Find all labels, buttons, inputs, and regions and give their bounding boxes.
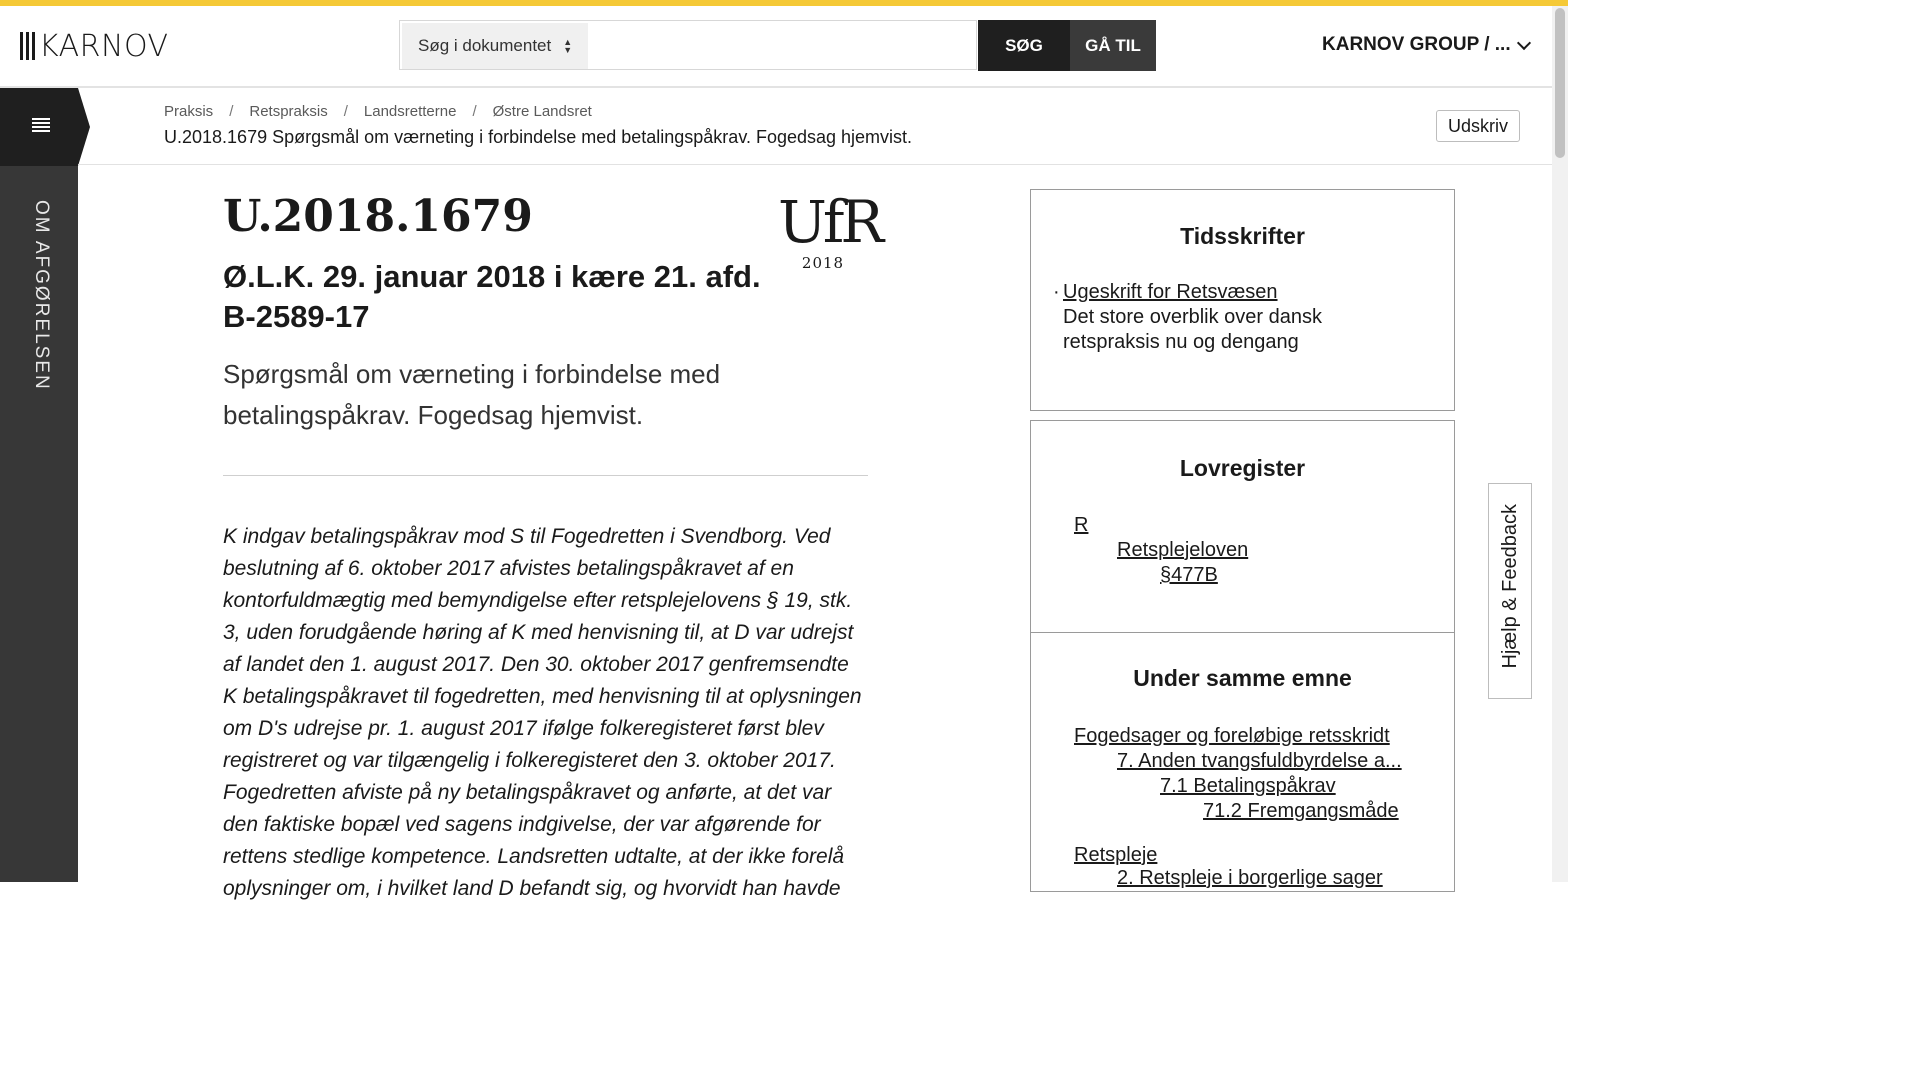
topic-link[interactable]: 71.2 Fremgangsmåde: [1203, 799, 1399, 824]
panel-title: Under samme emne: [1133, 665, 1352, 691]
panel-tidsskrifter: Tidsskrifter · Ugeskrift for Retsvæsen D…: [1030, 189, 1455, 411]
case-abstract: K indgav betalingspåkrav mod S til Foged…: [223, 525, 862, 900]
breadcrumb-separator: /: [343, 103, 348, 120]
case-number: U.2018.1679: [223, 191, 533, 242]
goto-button[interactable]: GÅ TIL: [1070, 20, 1156, 71]
ufr-logo: UfR 2018: [778, 186, 884, 272]
sidebar-tab-om-afgorelsen[interactable]: OM AFGØRELSEN: [30, 200, 52, 391]
panel-under-samme-emne: Under samme emne Fogedsager og foreløbig…: [1030, 632, 1455, 892]
topic-link[interactable]: 7.1 Betalingspåkrav: [1160, 774, 1336, 799]
topic-link[interactable]: Retspleje: [1074, 843, 1157, 868]
panel-lovregister: Lovregister R Retsplejeloven §477B: [1030, 420, 1455, 633]
bullet-icon: ·: [1053, 281, 1060, 303]
logo-bars-icon: [20, 32, 35, 60]
menu-list-icon[interactable]: [32, 118, 50, 132]
help-feedback-tab[interactable]: Hjælp & Feedback: [1488, 483, 1532, 699]
journal-link[interactable]: Ugeskrift for Retsvæsen: [1063, 280, 1423, 305]
law-section-link[interactable]: §477B: [1160, 563, 1218, 588]
print-button[interactable]: Udskriv: [1436, 110, 1520, 142]
breadcrumb-item-landsretterne[interactable]: Landsretterne: [364, 103, 457, 120]
case-summary: Spørgsmål om værneting i forbindelse med…: [223, 359, 721, 430]
help-feedback-label: Hjælp & Feedback: [1499, 504, 1521, 669]
breadcrumb: Praksis / Retspraksis / Landsretterne / …: [164, 103, 592, 120]
breadcrumb-separator: /: [472, 103, 477, 120]
law-index-letter[interactable]: R: [1074, 513, 1088, 538]
search-scope-select[interactable]: Søg i dokumentet ▲ ▼: [402, 23, 588, 69]
divider: [223, 475, 868, 476]
top-header: KARNOV Søg i dokumentet ▲ ▼ SØG GÅ TIL KA…: [0, 6, 1552, 88]
search-input[interactable]: Søg i dokumentet ▲ ▼: [399, 20, 977, 70]
court-line: Ø.L.K. 29. januar 2018 i kære 21. afd.: [223, 259, 761, 294]
breadcrumb-item-retspraksis[interactable]: Retspraksis: [249, 103, 327, 120]
topic-link[interactable]: 2. Retspleje i borgerlige sager: [1117, 866, 1383, 891]
topic-link[interactable]: Fogedsager og foreløbige retsskridt: [1074, 724, 1390, 749]
topic-link[interactable]: 7. Anden tvangsfuldbyrdelse a...: [1117, 749, 1402, 774]
panel-title: Lovregister: [1179, 455, 1306, 481]
ufr-mark: UfR: [778, 188, 884, 256]
breadcrumb-item-praksis[interactable]: Praksis: [164, 103, 213, 120]
account-menu[interactable]: KARNOV GROUP / ...: [1322, 34, 1531, 56]
logo-text: KARNOV: [39, 28, 169, 64]
sort-arrows-icon: ▲ ▼: [563, 37, 573, 55]
breadcrumb-separator: /: [229, 103, 234, 120]
breadcrumb-doc-title: U.2018.1679 Spørgsmål om værneting i for…: [164, 127, 913, 147]
search-button[interactable]: SØG: [978, 20, 1070, 71]
journal-description: Det store overblik over dansk retspraksi…: [1063, 306, 1323, 353]
journal-item: · Ugeskrift for Retsvæsen Det store over…: [1053, 280, 1423, 355]
panel-title: Tidsskrifter: [1180, 223, 1305, 249]
case-reference: B-2589-17: [223, 299, 370, 334]
chevron-down-icon: [1516, 35, 1531, 51]
breadcrumb-item-ostre-landsret[interactable]: Østre Landsret: [493, 103, 592, 120]
karnov-logo[interactable]: KARNOV: [20, 28, 169, 64]
account-label: KARNOV GROUP / ...: [1322, 34, 1511, 55]
breadcrumb-bar: Praksis / Retspraksis / Landsretterne / …: [78, 88, 1552, 165]
scrollbar-thumb[interactable]: [1555, 8, 1565, 158]
document-content: U.2018.1679 Ø.L.K. 29. januar 2018 i kær…: [223, 190, 868, 905]
law-link[interactable]: Retsplejeloven: [1117, 538, 1248, 563]
court-heading: Ø.L.K. 29. januar 2018 i kære 21. afd. B…: [223, 257, 868, 337]
search-scope-label: Søg i dokumentet: [418, 36, 552, 55]
